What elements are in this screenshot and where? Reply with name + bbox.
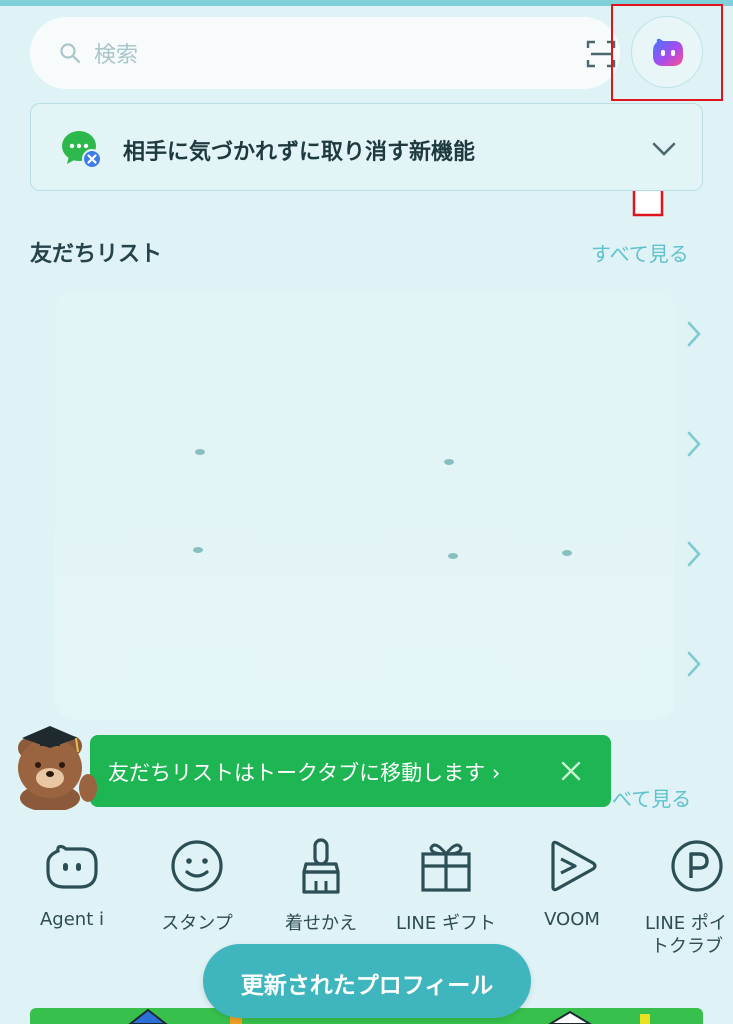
service-label: Agent i bbox=[39, 909, 104, 930]
blur-artifact bbox=[448, 553, 458, 559]
blur-artifact bbox=[195, 449, 205, 455]
service-label-2: トクラブ bbox=[651, 936, 723, 957]
service-label: スタンプ bbox=[161, 913, 233, 934]
service-points[interactable]: LINE ポイ トクラブ bbox=[637, 835, 733, 959]
search-icon bbox=[60, 43, 81, 64]
blurred-friends-list bbox=[55, 290, 675, 720]
play-icon bbox=[551, 840, 597, 892]
service-label: LINE ギフト bbox=[396, 913, 496, 934]
service-label: 着せかえ bbox=[285, 913, 357, 934]
blur-artifact bbox=[193, 547, 203, 553]
gift-icon bbox=[421, 843, 471, 892]
friends-list-title: 友だちリスト bbox=[30, 242, 163, 267]
see-all-link-2[interactable]: べて見る bbox=[612, 783, 691, 812]
brown-bear-mascot bbox=[18, 726, 97, 810]
service-voom[interactable]: VOOM bbox=[512, 835, 632, 930]
service-label: LINE ポイ bbox=[645, 913, 727, 934]
blur-artifact bbox=[562, 550, 572, 556]
close-icon[interactable] bbox=[560, 760, 582, 782]
service-theme[interactable]: 着せかえ bbox=[261, 835, 381, 935]
chevron-right-icon[interactable] bbox=[684, 430, 704, 458]
service-agent-i[interactable]: Agent i bbox=[12, 835, 132, 930]
see-all-link[interactable]: すべて見る bbox=[591, 238, 689, 267]
points-icon bbox=[671, 840, 723, 892]
service-gift[interactable]: LINE ギフト bbox=[386, 835, 506, 935]
search-placeholder: 検索 bbox=[94, 43, 139, 68]
move-notice-toast[interactable]: 友だちリストはトークタブに移動します › bbox=[90, 735, 611, 807]
fab-label: 更新されたプロフィール bbox=[240, 973, 494, 999]
highlight-box bbox=[611, 4, 723, 101]
chevron-right-icon[interactable] bbox=[684, 540, 704, 568]
chevron-right-icon[interactable] bbox=[684, 650, 704, 678]
notice-text: 相手に気づかれずに取り消す新機能 bbox=[123, 140, 476, 165]
brush-icon bbox=[302, 838, 340, 894]
search-bar[interactable]: 検索 bbox=[30, 17, 620, 89]
agent-i-icon bbox=[46, 844, 98, 889]
notice-banner[interactable]: 相手に気づかれずに取り消す新機能 bbox=[30, 103, 703, 191]
chat-unsend-icon bbox=[62, 131, 102, 169]
chevron-down-icon[interactable] bbox=[651, 139, 677, 159]
chevron-right-icon[interactable] bbox=[684, 320, 704, 348]
service-stamp[interactable]: スタンプ bbox=[137, 835, 257, 935]
smile-icon bbox=[171, 840, 223, 892]
toast-text: 友だちリストはトークタブに移動します › bbox=[108, 761, 501, 785]
updated-profiles-button[interactable]: 更新されたプロフィール bbox=[203, 944, 531, 1018]
service-label: VOOM bbox=[544, 909, 600, 930]
blur-artifact bbox=[444, 459, 454, 465]
